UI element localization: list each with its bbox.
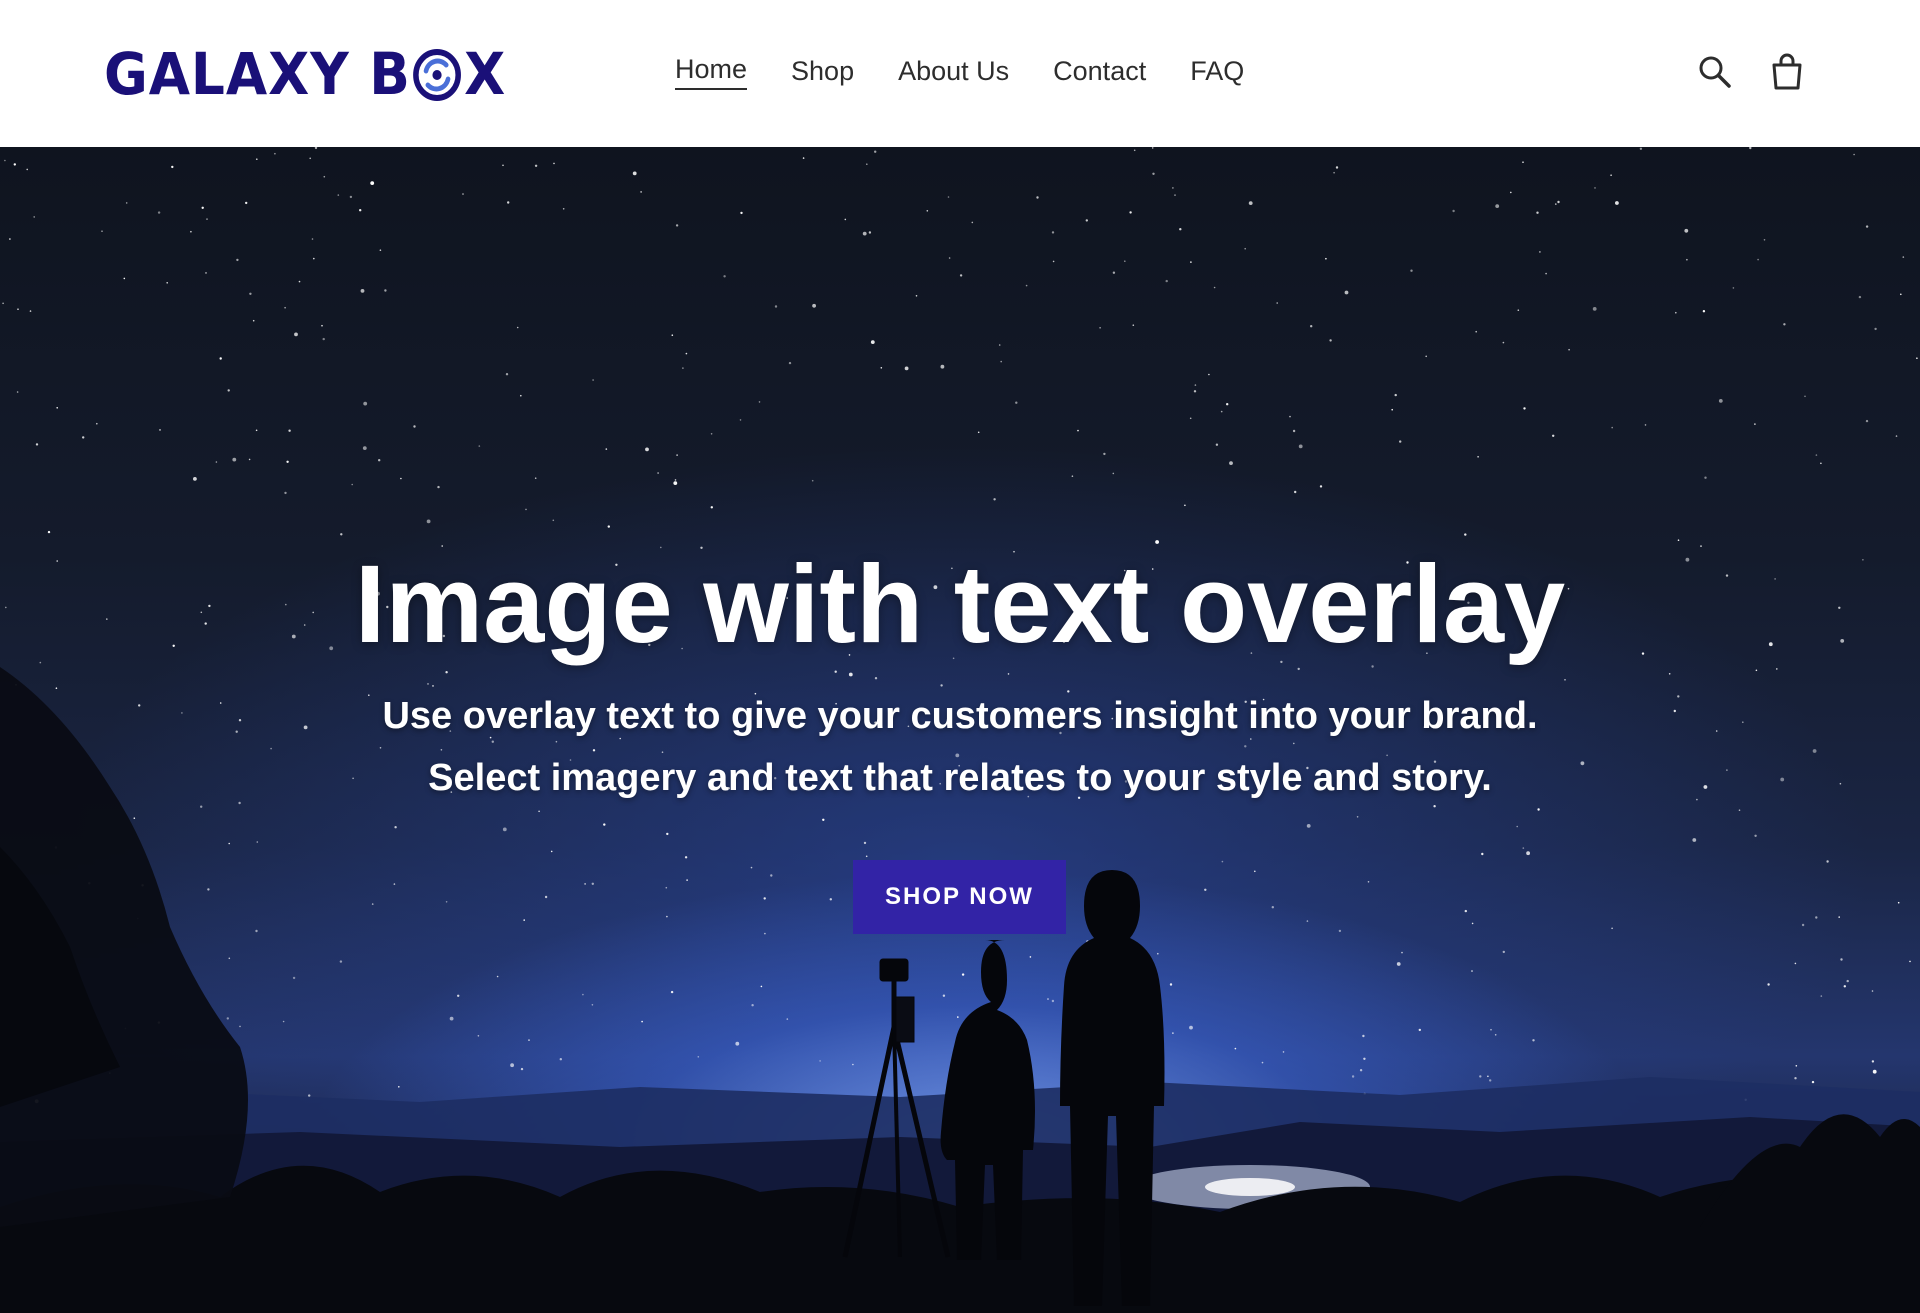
hero-subtitle-line1: Use overlay text to give your customers … (382, 695, 1538, 737)
nav-link-contact[interactable]: Contact (1053, 52, 1146, 90)
swirl-galaxy-icon (413, 48, 463, 102)
nav-link-shop[interactable]: Shop (791, 52, 854, 90)
header-icons (1696, 52, 1806, 92)
hero-subtitle-line2: Select imagery and text that relates to … (428, 757, 1492, 799)
site-header: GALAXY B X Home Shop About Us Contact FA… (0, 0, 1920, 147)
hero-title: Image with text overlay (354, 543, 1566, 666)
hero-banner: Image with text overlay Use overlay text… (0, 147, 1920, 1313)
hero-content: Image with text overlay Use overlay text… (0, 147, 1920, 1313)
shopping-bag-icon[interactable] (1768, 52, 1806, 92)
nav-link-home[interactable]: Home (675, 52, 748, 90)
brand-name-part2: X (464, 40, 507, 108)
nav-link-about-us[interactable]: About Us (898, 52, 1009, 90)
main-nav: Home Shop About Us Contact FAQ (675, 52, 1288, 90)
nav-link-faq[interactable]: FAQ (1190, 52, 1244, 90)
shop-now-button[interactable]: SHOP NOW (853, 860, 1066, 934)
brand-name-part1: GALAXY B (104, 40, 411, 108)
brand-logo[interactable]: GALAXY B X (104, 38, 506, 110)
search-icon[interactable] (1696, 52, 1734, 92)
